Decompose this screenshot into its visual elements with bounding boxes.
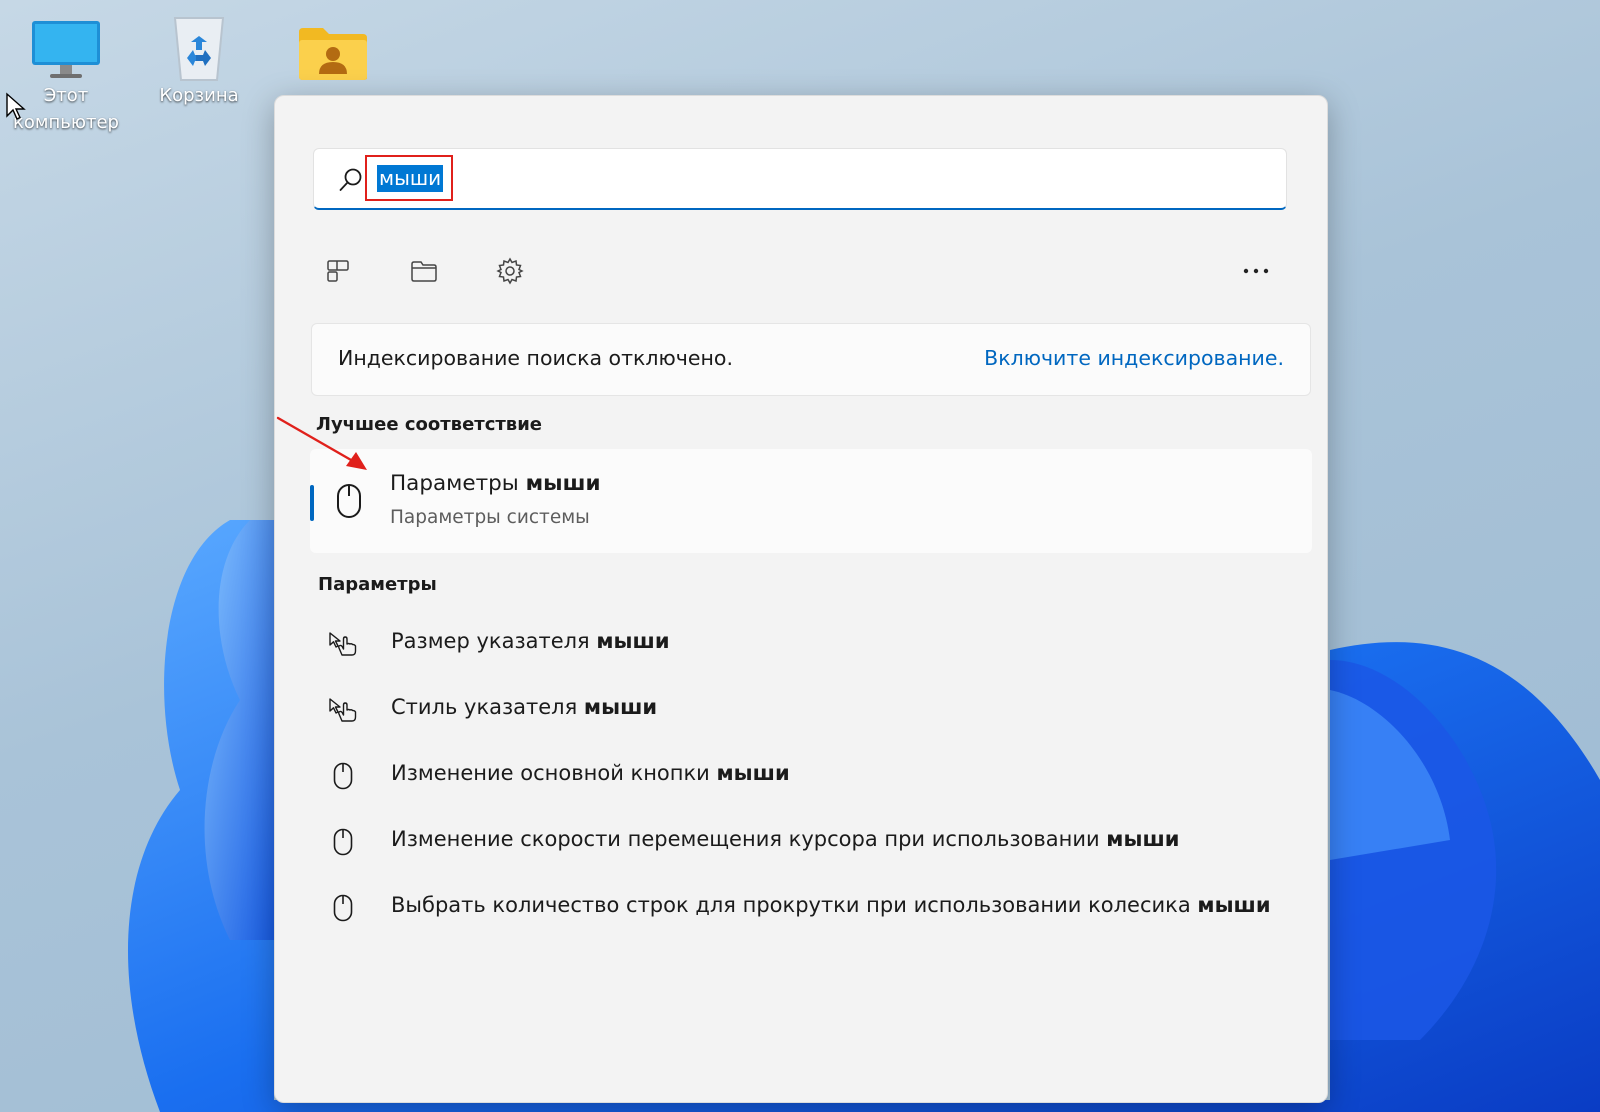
- mouse-icon: [333, 828, 353, 856]
- filter-toolbar: [275, 246, 1327, 296]
- apps-grid-icon: [327, 260, 349, 282]
- indexing-notice-text: Индексирование поиска отключено.: [338, 346, 733, 370]
- desktop-icon-label: Этот компьютер: [13, 85, 119, 133]
- settings-item-pointer-size[interactable]: Размер указателя мыши: [311, 615, 1301, 671]
- filter-apps-button[interactable]: [313, 246, 363, 296]
- user-folder-icon: [299, 28, 367, 80]
- settings-item-label: Выбрать количество строк для прокрутки п…: [391, 893, 1271, 917]
- enable-indexing-link[interactable]: Включите индексирование.: [984, 346, 1284, 370]
- desktop-icon-user-folder[interactable]: [283, 12, 383, 82]
- gear-icon: [496, 257, 524, 285]
- desktop-icon-label: Корзина: [159, 85, 239, 106]
- settings-item-primary-button[interactable]: Изменение основной кнопки мыши: [311, 747, 1301, 803]
- search-panel: мыши Индексирование поиска отключено. Вк…: [274, 95, 1328, 1103]
- annotation-highlight-box: мыши: [365, 155, 453, 201]
- indexing-notice: Индексирование поиска отключено. Включит…: [311, 323, 1311, 396]
- more-dots-icon: [1243, 268, 1269, 274]
- folder-icon: [411, 261, 437, 282]
- settings-item-label: Размер указателя мыши: [391, 629, 670, 653]
- mouse-icon: [337, 484, 361, 518]
- filter-documents-button[interactable]: [399, 246, 449, 296]
- best-match-subtitle: Параметры системы: [390, 507, 590, 528]
- settings-item-scroll-lines[interactable]: Выбрать количество строк для прокрутки п…: [311, 879, 1301, 935]
- desktop-icon-this-pc[interactable]: Этот компьютер: [13, 12, 119, 136]
- best-match-title: Параметры мыши: [390, 471, 601, 496]
- filter-settings-button[interactable]: [485, 246, 535, 296]
- annotation-arrow: [276, 416, 367, 470]
- selection-accent-bar: [310, 485, 314, 521]
- monitor-icon: [32, 21, 100, 78]
- more-options-button[interactable]: [1231, 246, 1281, 296]
- search-icon: [339, 168, 362, 191]
- settings-item-cursor-speed[interactable]: Изменение скорости перемещения курсора п…: [311, 813, 1301, 869]
- settings-item-label: Стиль указателя мыши: [391, 695, 658, 719]
- pointer-hand-icon: [329, 632, 357, 656]
- settings-item-label: Изменение основной кнопки мыши: [391, 761, 790, 785]
- mouse-icon: [333, 762, 353, 790]
- desktop-icon-recycle-bin[interactable]: Корзина: [149, 12, 249, 109]
- settings-item-pointer-style[interactable]: Стиль указателя мыши: [311, 681, 1301, 737]
- recycle-bin-icon: [173, 17, 225, 81]
- mouse-cursor-icon: [6, 92, 26, 120]
- search-query-text[interactable]: мыши: [377, 165, 444, 192]
- best-match-item[interactable]: Параметры мыши Параметры системы: [310, 449, 1312, 553]
- mouse-icon: [333, 894, 353, 922]
- settings-item-label: Изменение скорости перемещения курсора п…: [391, 827, 1180, 851]
- search-box[interactable]: мыши: [313, 148, 1287, 210]
- settings-heading: Параметры: [318, 574, 437, 595]
- pointer-hand-icon: [329, 698, 357, 722]
